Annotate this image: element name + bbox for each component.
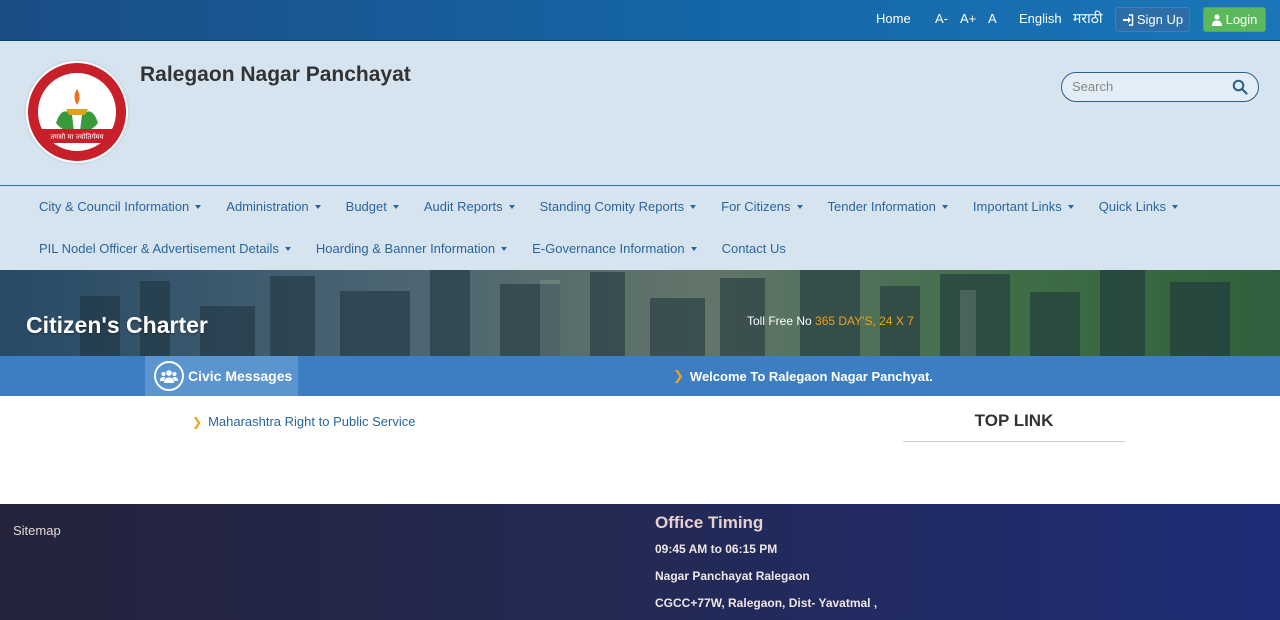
caret-down-icon xyxy=(941,204,948,209)
nav-item-quick-links[interactable]: Quick Links xyxy=(1099,199,1178,214)
search-input[interactable] xyxy=(1072,79,1232,94)
nav-item-label: Administration xyxy=(226,199,309,214)
caret-down-icon xyxy=(508,204,515,209)
caret-down-icon xyxy=(284,246,291,251)
page-title: Citizen's Charter xyxy=(26,312,208,338)
nav-item-label: Budget xyxy=(345,199,387,214)
nav-item-label: Audit Reports xyxy=(423,199,503,214)
page-banner: Citizen's Charter Toll Free No 365 DAY'S… xyxy=(0,270,1280,356)
caret-down-icon xyxy=(392,204,399,209)
nav-item-city-council-information[interactable]: City & Council Information xyxy=(39,199,202,214)
logo-motto: तमसो मा ज्योतिर्गमय xyxy=(50,132,104,141)
mrps-link-label: Maharashtra Right to Public Service xyxy=(208,414,416,429)
site-logo[interactable]: तमसो मा ज्योतिर्गमय xyxy=(26,61,128,163)
nav-row-2: PIL Nodel Officer & Advertisement Detail… xyxy=(39,241,786,256)
civic-message-text: Welcome To Ralegaon Nagar Panchyat. xyxy=(689,368,933,384)
top-bar: Home A- A+ A English मराठी Sign Up Login xyxy=(0,0,1280,41)
site-header: तमसो मा ज्योतिर्गमय Ralegaon Nagar Panch… xyxy=(0,41,1280,185)
civic-messages-tag: Civic Messages xyxy=(145,356,298,396)
nav-item-budget[interactable]: Budget xyxy=(346,199,399,214)
toll-free-info: Toll Free No 365 DAY'S, 24 X 7 xyxy=(747,314,914,328)
user-icon xyxy=(1211,13,1222,26)
caret-down-icon xyxy=(690,246,697,251)
caret-down-icon xyxy=(501,246,508,251)
users-icon xyxy=(154,361,184,391)
caret-down-icon xyxy=(796,204,803,209)
font-decrease-button[interactable]: A- xyxy=(935,11,948,26)
main-nav: City & Council Information Administration… xyxy=(0,185,1280,270)
nav-item-important-links[interactable]: Important Links xyxy=(973,199,1074,214)
civic-messages-bar: Civic Messages ❯ Welcome To Ralegaon Nag… xyxy=(0,356,1280,396)
nav-item-standing-comity-reports[interactable]: Standing Comity Reports xyxy=(540,199,697,214)
search-icon[interactable] xyxy=(1232,79,1248,95)
nav-item-label: Quick Links xyxy=(1098,199,1166,214)
chevron-right-icon: ❯ xyxy=(192,414,203,429)
nav-item-e-governance-information[interactable]: E-Governance Information xyxy=(532,241,697,256)
nav-item-label: Hoarding & Banner Information xyxy=(315,241,496,256)
site-footer: Sitemap Office Timing 09:45 AM to 06:15 … xyxy=(0,504,1280,620)
mrps-link[interactable]: ❯ Maharashtra Right to Public Service xyxy=(192,414,415,429)
office-address: CGCC+77W, Ralegaon, Dist- Yavatmal , xyxy=(655,596,878,610)
nav-item-audit-reports[interactable]: Audit Reports xyxy=(424,199,515,214)
nav-item-label: Contact Us xyxy=(721,241,786,256)
caret-down-icon xyxy=(1067,204,1074,209)
login-label: Login xyxy=(1225,12,1258,27)
caret-down-icon xyxy=(690,204,697,209)
office-timing: 09:45 AM to 06:15 PM xyxy=(655,542,778,556)
signup-label: Sign Up xyxy=(1136,12,1184,27)
signup-button[interactable]: Sign Up xyxy=(1115,7,1190,32)
nav-item-administration[interactable]: Administration xyxy=(226,199,321,214)
nav-item-contact-us[interactable]: Contact Us xyxy=(722,241,786,256)
login-button[interactable]: Login xyxy=(1203,7,1266,32)
nav-item-label: PIL Nodel Officer & Advertisement Detail… xyxy=(39,241,279,256)
toll-free-label: Toll Free No xyxy=(747,314,812,328)
civic-messages-label: Civic Messages xyxy=(188,368,293,384)
font-increase-button[interactable]: A+ xyxy=(960,11,976,26)
nav-row-1: City & Council Information Administration… xyxy=(39,199,1178,214)
civic-message-ticker[interactable]: ❯ Welcome To Ralegaon Nagar Panchyat. xyxy=(673,368,933,384)
home-link[interactable]: Home xyxy=(876,11,911,26)
site-title[interactable]: Ralegaon Nagar Panchayat xyxy=(140,63,411,87)
nav-item-label: Important Links xyxy=(972,199,1062,214)
nav-item-label: For Citizens xyxy=(721,199,791,214)
nav-item-label: Tender Information xyxy=(827,199,936,214)
nav-item-for-citizens[interactable]: For Citizens xyxy=(721,199,803,214)
caret-down-icon xyxy=(195,204,202,209)
emblem-icon: तमसो मा ज्योतिर्गमय xyxy=(28,63,126,161)
lang-english-link[interactable]: English xyxy=(1019,11,1062,26)
office-name: Nagar Panchayat Ralegaon xyxy=(655,569,810,583)
nav-item-label: City & Council Information xyxy=(39,199,190,214)
nav-item-hoarding-banner-information[interactable]: Hoarding & Banner Information xyxy=(315,241,508,256)
caret-down-icon xyxy=(314,204,321,209)
search-box xyxy=(1061,72,1259,102)
lang-marathi-link[interactable]: मराठी xyxy=(1073,9,1102,28)
caret-down-icon xyxy=(1171,204,1178,209)
sign-in-icon xyxy=(1122,13,1134,26)
sitemap-link[interactable]: Sitemap xyxy=(13,523,61,538)
font-reset-button[interactable]: A xyxy=(988,11,997,26)
nav-item-label: E-Governance Information xyxy=(532,241,685,256)
nav-item-label: Standing Comity Reports xyxy=(539,199,685,214)
nav-item-pil-nodel-officer-advertisement-details[interactable]: PIL Nodel Officer & Advertisement Detail… xyxy=(39,241,291,256)
chevron-right-icon: ❯ xyxy=(673,368,684,383)
toll-free-value: 365 DAY'S, 24 X 7 xyxy=(815,314,914,328)
office-timing-title: Office Timing xyxy=(655,513,764,532)
nav-item-tender-information[interactable]: Tender Information xyxy=(828,199,948,214)
top-link-heading: TOP LINK xyxy=(903,411,1125,442)
